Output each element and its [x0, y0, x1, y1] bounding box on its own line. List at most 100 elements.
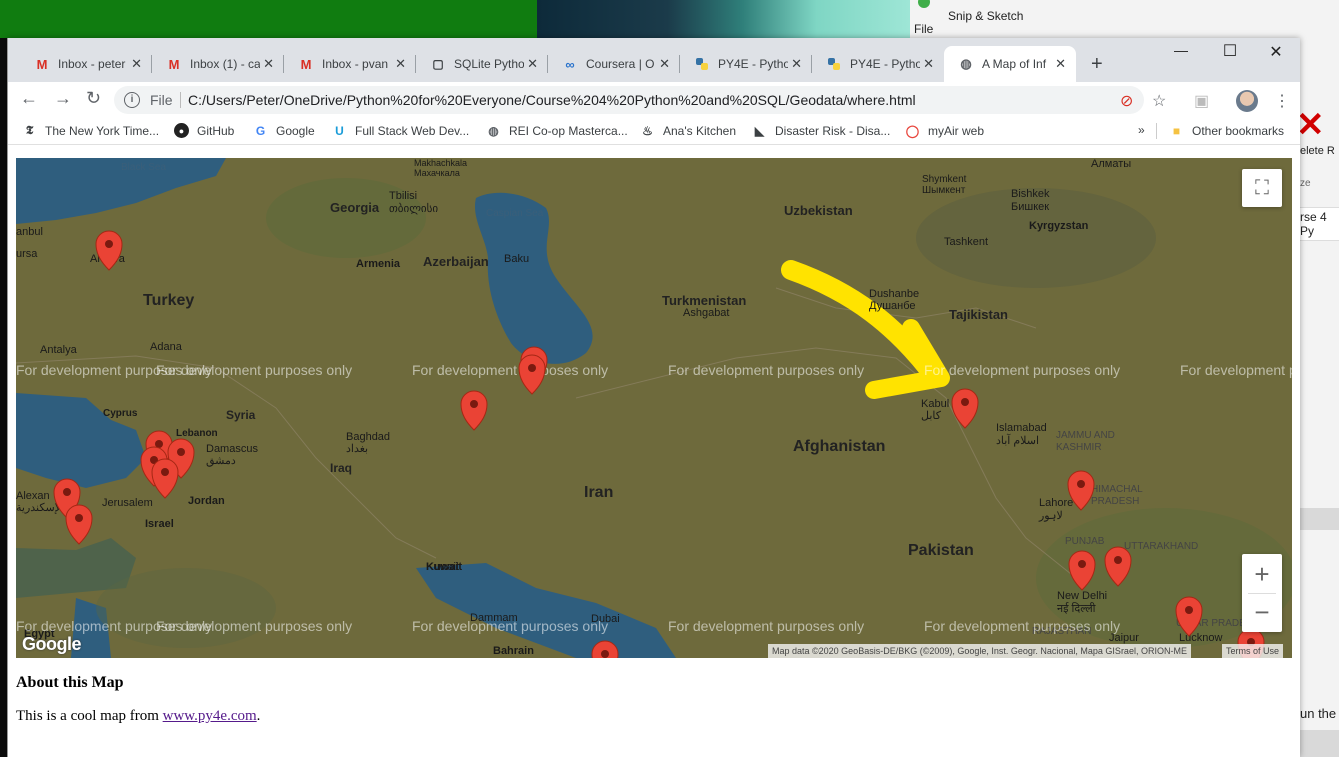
city-lahore: Lahore لاہور: [1039, 497, 1074, 522]
close-tab-icon[interactable]: ✕: [131, 56, 142, 72]
bookmark-rei[interactable]: ◍ REI Co-op Masterca...: [486, 123, 627, 138]
tab-coursera[interactable]: ∞ Coursera | O ✕: [548, 46, 680, 82]
dev-watermark: For development purposes only: [156, 618, 353, 634]
tab-inbox-1[interactable]: M Inbox (1) - ca ✕: [152, 46, 284, 82]
bookmarks-overflow-icon[interactable]: »: [1138, 123, 1145, 137]
bookmark-myair[interactable]: ◯ myAir web: [905, 123, 984, 138]
close-tab-icon[interactable]: ✕: [395, 56, 406, 72]
dev-watermark: For development purposes only: [156, 362, 353, 378]
close-tab-icon[interactable]: ✕: [1055, 56, 1066, 72]
bookmark-github[interactable]: ● GitHub: [174, 123, 234, 138]
region-label: PUNJAB: [1065, 536, 1105, 547]
sea-label: Black Sea: [121, 162, 167, 173]
close-window-button[interactable]: ✕: [1253, 42, 1299, 62]
info-icon[interactable]: i: [124, 92, 140, 108]
google-map[interactable]: Black Sea Caspian Sea Georgia Armenia Az…: [16, 158, 1292, 658]
country-label: Cyprus: [103, 408, 138, 419]
country-label: Turkey: [143, 292, 195, 309]
city-baku: Baku: [504, 253, 530, 265]
dev-watermark: For development purposes only: [924, 618, 1121, 634]
close-tab-icon[interactable]: ✕: [923, 56, 934, 72]
tab-label: Inbox - pvan: [322, 57, 389, 71]
python-icon: [826, 56, 842, 72]
size-label: ze: [1300, 178, 1311, 189]
tab-py4e-2[interactable]: PY4E - Pytho ✕: [812, 46, 944, 82]
bookmark-nyt[interactable]: 𝕿 The New York Time...: [22, 123, 159, 138]
tab-label: A Map of Inf: [982, 57, 1047, 71]
new-tab-button[interactable]: +: [1091, 53, 1103, 76]
tab-strip: M Inbox - peter ✕ M Inbox (1) - ca ✕ M I…: [8, 38, 1300, 82]
country-label: Uzbekistan: [784, 203, 853, 218]
blocked-icon[interactable]: ⊘: [1120, 91, 1133, 111]
city-cairo: C: [76, 528, 84, 540]
course-label: rse 4 Py: [1300, 207, 1339, 241]
close-tab-icon[interactable]: ✕: [527, 56, 538, 72]
close-tab-icon[interactable]: ✕: [263, 56, 274, 72]
bookmark-star-icon[interactable]: ☆: [1152, 91, 1166, 111]
city-alexandria: Alexan الإسكندرية: [16, 490, 64, 514]
other-bookmarks[interactable]: ■ Other bookmarks: [1169, 123, 1284, 138]
country-label: Iran: [584, 484, 614, 501]
chef-icon: ♨: [642, 123, 653, 138]
tab-label: SQLite Pytho: [454, 57, 524, 71]
city-damascus: Damascus دمشق: [206, 443, 258, 467]
tab-py4e-1[interactable]: PY4E - Pytho ✕: [680, 46, 812, 82]
dev-watermark: For development purposes only: [1180, 362, 1292, 378]
github-icon: ●: [174, 123, 189, 138]
terms-of-use-link[interactable]: Terms of Use: [1222, 644, 1284, 658]
globe-icon: ◍: [960, 56, 972, 71]
profile-avatar[interactable]: [1236, 90, 1258, 112]
city-dushanbe: Dushanbe Душанбе: [869, 288, 920, 312]
city-adana: Adana: [150, 341, 182, 353]
snip-file-menu[interactable]: File: [914, 22, 933, 36]
bookmark-anas-kitchen[interactable]: ♨ Ana's Kitchen: [640, 123, 736, 138]
close-tab-icon[interactable]: ✕: [659, 56, 670, 72]
country-label: Jordan: [188, 495, 225, 507]
address-bar[interactable]: i File C:/Users/Peter/OneDrive/Python%20…: [114, 86, 1144, 114]
gray-band: [1300, 508, 1339, 530]
nyt-icon: 𝕿: [25, 123, 34, 137]
tab-map-of-info[interactable]: ◍ A Map of Inf ✕: [944, 46, 1076, 82]
country-label: Armenia: [356, 258, 401, 270]
dev-watermark: For development purposes only: [668, 618, 865, 634]
forward-icon[interactable]: →: [54, 88, 72, 109]
sea-label: Caspian Sea: [486, 208, 544, 219]
bookmark-fullstack[interactable]: U Full Stack Web Dev...: [332, 123, 469, 138]
python-icon: [694, 56, 710, 72]
bookmark-disaster-risk[interactable]: ◣ Disaster Risk - Disa...: [752, 123, 890, 138]
maximize-button[interactable]: ☐: [1207, 41, 1253, 61]
city-almaty: Алматы: [1091, 158, 1132, 170]
bookmarks-bar: 𝕿 The New York Time... ● GitHub G Google UF…: [8, 118, 1300, 145]
country-label: Kyrgyzstan: [1029, 220, 1089, 232]
back-icon[interactable]: ←: [20, 88, 38, 109]
close-tab-icon[interactable]: ✕: [791, 56, 802, 72]
delete-icon[interactable]: ✕: [1296, 108, 1325, 142]
tab-sqlite-python[interactable]: ▢ SQLite Pytho ✕: [416, 46, 548, 82]
gmail-icon: M: [300, 56, 312, 72]
ring-icon: ◯: [905, 123, 920, 138]
tab-inbox-peter[interactable]: M Inbox - peter ✕: [20, 46, 152, 82]
gray-band-bottom: [1300, 730, 1339, 757]
dev-watermark: For development purposes only: [412, 618, 609, 634]
py4e-link[interactable]: www.py4e.com: [163, 708, 257, 724]
region-label: HIMACHAL PRADESH: [1091, 484, 1143, 507]
bookmark-google[interactable]: G Google: [253, 123, 315, 138]
fullscreen-button[interactable]: ⛶: [1242, 169, 1282, 207]
menu-kebab-icon[interactable]: ⋮: [1274, 91, 1290, 111]
minimize-button[interactable]: —: [1158, 42, 1204, 58]
city-kuwait: Kuwait: [426, 561, 460, 573]
google-logo[interactable]: Google: [22, 634, 82, 655]
dev-watermark: For development purposes only: [412, 362, 609, 378]
tab-label: Inbox - peter: [58, 57, 126, 71]
zoom-in-button[interactable]: +: [1254, 555, 1269, 593]
city-antalya: Antalya: [40, 344, 77, 356]
tab-inbox-pvan[interactable]: M Inbox - pvan ✕: [284, 46, 416, 82]
reload-icon[interactable]: ↻: [86, 88, 101, 109]
zoom-out-button[interactable]: −: [1254, 594, 1269, 632]
coursera-icon: ∞: [565, 56, 575, 72]
country-label: Tajikistan: [949, 307, 1009, 322]
file-scheme-label: File: [150, 92, 173, 108]
city-jerusalem: Jerusalem: [102, 497, 153, 509]
url-text[interactable]: C:/Users/Peter/OneDrive/Python%20for%20E…: [188, 92, 916, 108]
extension-icon[interactable]: ▣: [1194, 91, 1209, 111]
